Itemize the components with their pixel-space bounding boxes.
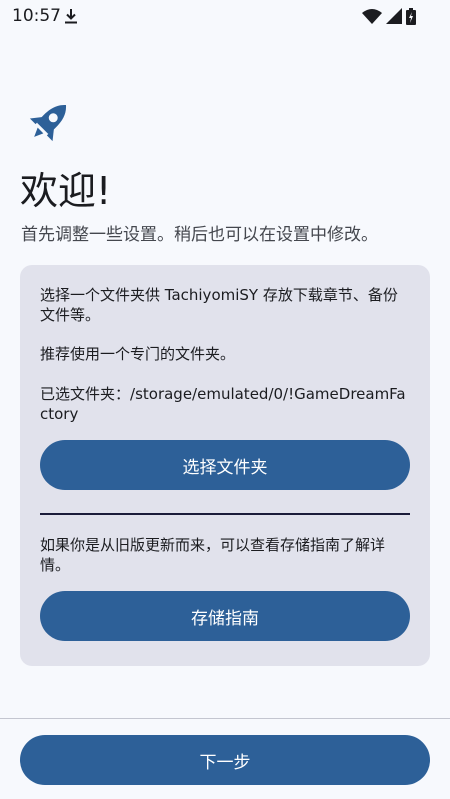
status-time: 10:57 [12, 6, 61, 26]
selected-folder: 已选文件夹：/storage/emulated/0/!GameDreamFact… [40, 384, 410, 424]
storage-guide-button[interactable]: 存储指南 [40, 591, 410, 641]
next-button[interactable]: 下一步 [20, 735, 430, 785]
choose-folder-button[interactable]: 选择文件夹 [40, 440, 410, 490]
storage-card: 选择一个文件夹供 TachiyomiSY 存放下载章节、备份文件等。 推荐使用一… [20, 265, 430, 666]
storage-description: 选择一个文件夹供 TachiyomiSY 存放下载章节、备份文件等。 [40, 286, 398, 324]
storage-recommendation: 推荐使用一个专门的文件夹。 [40, 345, 236, 363]
selected-folder-label: 已选文件夹： [40, 385, 131, 403]
status-bar: 10:57 [0, 0, 450, 32]
footer-divider [0, 718, 450, 719]
page-title: 欢迎! [20, 169, 112, 213]
status-icons [362, 6, 416, 26]
rocket-icon [29, 105, 66, 142]
upgrade-hint: 如果你是从旧版更新而来，可以查看存储指南了解详情。 [40, 536, 386, 574]
download-icon [65, 9, 77, 24]
cellular-signal-icon [386, 8, 402, 24]
wifi-icon [362, 9, 382, 24]
welcome-subtitle: 首先调整一些设置。稍后也可以在设置中修改。 [21, 225, 378, 245]
card-divider [40, 513, 410, 515]
battery-icon [406, 7, 416, 25]
